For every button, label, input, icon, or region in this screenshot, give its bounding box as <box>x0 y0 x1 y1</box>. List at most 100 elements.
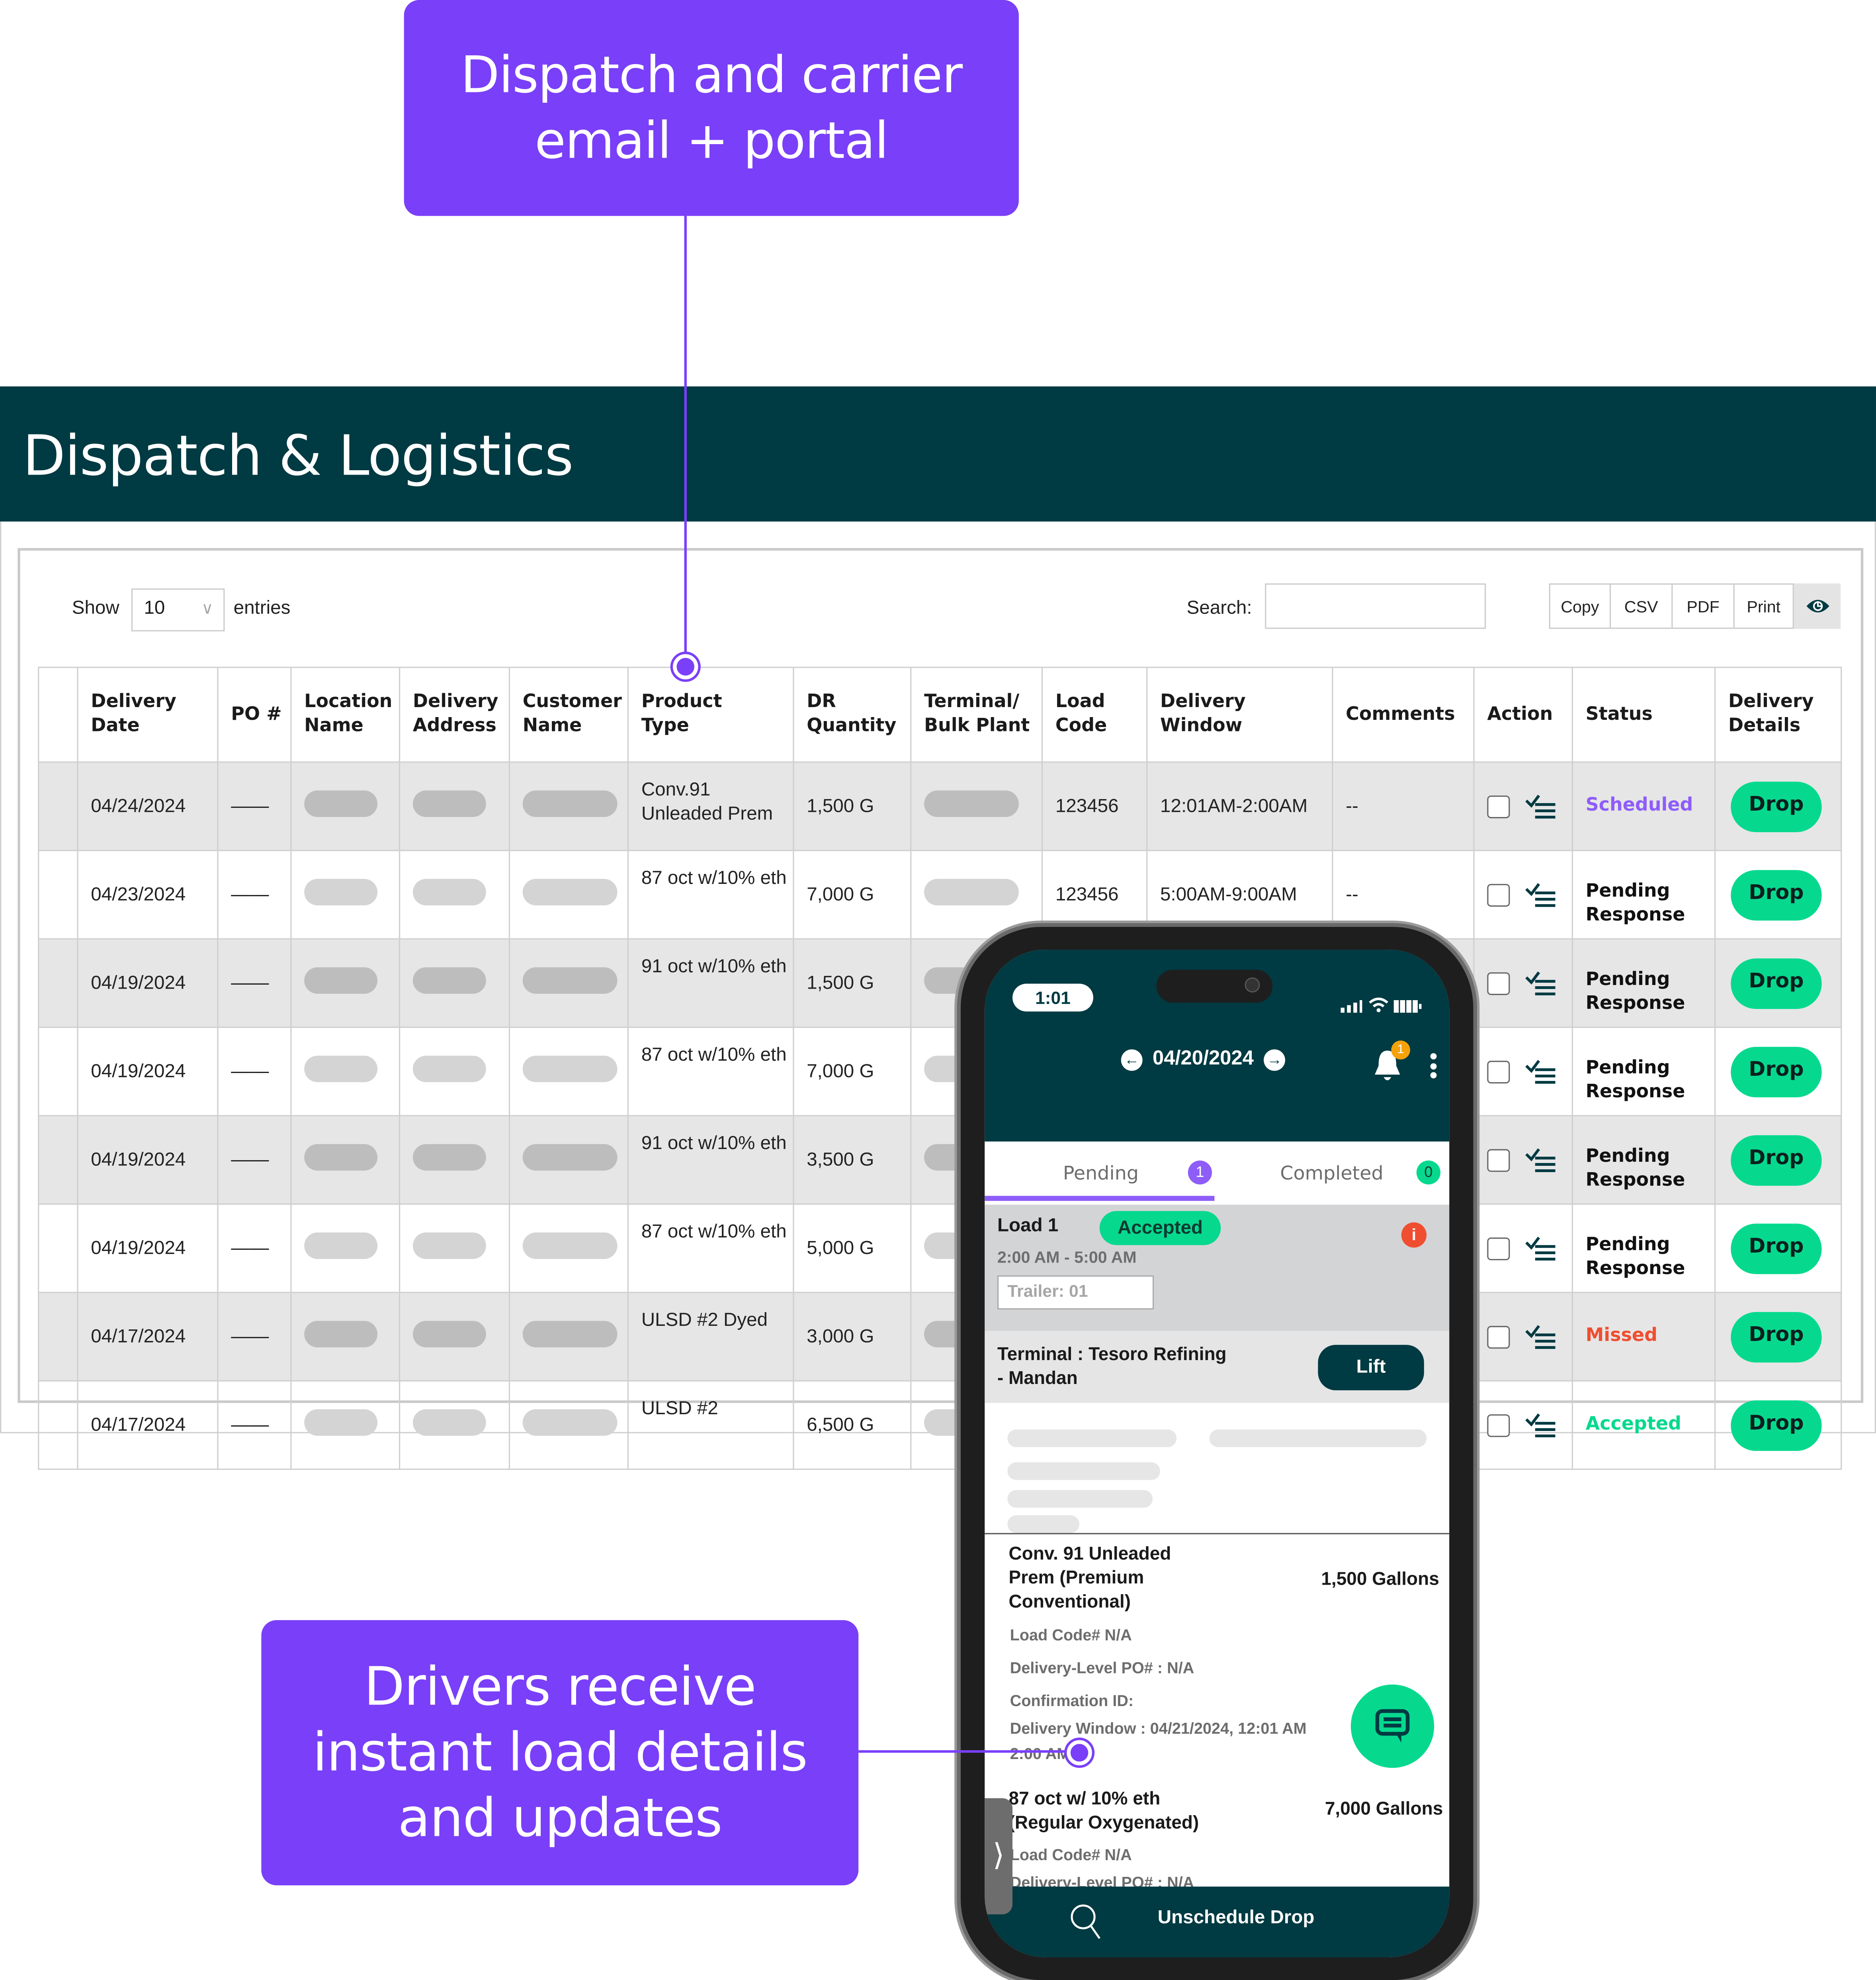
row-checkbox[interactable] <box>1487 883 1510 906</box>
pdf-button[interactable]: PDF <box>1671 583 1733 629</box>
more-options-icon[interactable] <box>1430 1053 1437 1081</box>
location-name-redacted <box>304 1321 378 1348</box>
column-header[interactable]: Status <box>1571 667 1716 763</box>
trailer-input[interactable]: Trailer: 01 <box>997 1275 1154 1310</box>
column-header[interactable]: Action <box>1473 667 1573 763</box>
callout-driver-updates: Drivers receive instant load details and… <box>261 1620 859 1886</box>
dr-quantity-cell: 3,000 G <box>793 1292 912 1382</box>
tab-pending[interactable]: Pending <box>1063 1162 1139 1184</box>
column-header[interactable]: Delivery Details <box>1714 667 1842 763</box>
deliveries-table: Delivery Date PO # Location Name Delivery A… <box>38 667 1842 1470</box>
table-row[interactable]: 04/17/2024 —— ULSD #2 6,500 G Accepted Drop <box>38 1380 1842 1470</box>
row-index-cell-cell <box>38 1026 78 1116</box>
column-header[interactable]: Terminal/ Bulk Plant <box>910 667 1043 763</box>
status-cell: Missed <box>1571 1292 1716 1382</box>
delivery-date-cell: 04/19/2024 <box>77 1115 219 1205</box>
phone-tabs: Pending 1 Completed 0 <box>985 1141 1450 1202</box>
csv-button[interactable]: CSV <box>1609 583 1672 629</box>
column-header[interactable]: DR Quantity <box>793 667 912 763</box>
drop-button[interactable]: Drop <box>1731 1046 1822 1097</box>
checklist-icon[interactable] <box>1525 1324 1557 1349</box>
column-header[interactable]: PO # <box>217 667 292 763</box>
table-row[interactable]: 04/23/2024 —— 87 oct w/10% eth 7,000 G 12345… <box>38 850 1842 940</box>
table-row[interactable]: 04/19/2024 —— 87 oct w/10% eth 7,000 G Pendi… <box>38 1026 1842 1116</box>
row-checkbox[interactable] <box>1487 971 1510 995</box>
drop-button[interactable]: Drop <box>1731 1223 1822 1274</box>
drop-button[interactable]: Drop <box>1731 1311 1822 1362</box>
column-header[interactable]: Customer Name <box>508 667 629 763</box>
drop-button-cell: Drop <box>1714 1203 1842 1293</box>
row-checkbox[interactable] <box>1487 1060 1510 1083</box>
delivery-address-redacted <box>412 1409 486 1436</box>
customer-name-redacted <box>522 1321 618 1348</box>
po-number-cell: —— <box>217 1115 292 1205</box>
current-date: 04/20/2024 <box>1153 1048 1254 1070</box>
product-type-cell: 87 oct w/10% eth <box>627 1026 794 1116</box>
checklist-icon[interactable] <box>1525 1412 1557 1437</box>
row-checkbox[interactable] <box>1487 1325 1510 1348</box>
checklist-icon[interactable] <box>1525 1235 1557 1261</box>
unschedule-drop-button[interactable]: Unschedule Drop <box>1158 1907 1315 1928</box>
row-checkbox[interactable] <box>1487 795 1510 818</box>
search-input[interactable] <box>1265 583 1486 629</box>
column-header[interactable]: Delivery Date <box>77 667 219 763</box>
status-cell: Accepted <box>1571 1380 1716 1470</box>
entries-select[interactable]: 10 ∨ <box>131 588 225 631</box>
chat-button[interactable] <box>1350 1684 1434 1768</box>
location-name-redacted <box>304 1409 378 1436</box>
location-name-cell <box>290 1203 401 1293</box>
column-header[interactable]: Location Name <box>290 667 401 763</box>
table-row[interactable]: 04/19/2024 —— 87 oct w/10% eth 5,000 G Pendi… <box>38 1203 1842 1293</box>
row-checkbox[interactable] <box>1487 1148 1510 1171</box>
row-checkbox[interactable] <box>1487 1413 1510 1437</box>
drop-button[interactable]: Drop <box>1731 781 1822 832</box>
column-visibility-button[interactable] <box>1794 583 1841 629</box>
lift-button[interactable]: Lift <box>1318 1345 1424 1390</box>
search-label: Search: <box>1186 597 1252 619</box>
customer-name-cell <box>508 1115 629 1205</box>
tab-completed[interactable]: Completed <box>1280 1162 1383 1184</box>
location-name-redacted <box>304 790 378 817</box>
previous-date-button[interactable]: ← <box>1121 1049 1143 1070</box>
drop-button[interactable]: Drop <box>1731 869 1822 920</box>
customer-name-redacted <box>522 1055 618 1083</box>
copy-button[interactable]: Copy <box>1549 583 1610 629</box>
checklist-icon[interactable] <box>1525 794 1557 819</box>
customer-name-cell <box>508 761 629 851</box>
search-icon[interactable] <box>1071 1904 1103 1940</box>
chevron-down-icon: ∨ <box>201 598 213 618</box>
column-header[interactable]: Load Code <box>1041 667 1148 763</box>
drop-button[interactable]: Drop <box>1731 958 1822 1009</box>
dr-quantity-cell: 1,500 G <box>793 761 912 851</box>
row-checkbox[interactable] <box>1487 1237 1510 1260</box>
checklist-icon[interactable] <box>1525 882 1557 907</box>
drop-button-cell: Drop <box>1714 850 1842 940</box>
product-quantity: 7,000 Gallons <box>1325 1799 1443 1820</box>
table-row[interactable]: 04/17/2024 —— ULSD #2 Dyed 3,000 G Missed Dro… <box>38 1292 1842 1382</box>
column-header[interactable]: Delivery Address <box>399 667 510 763</box>
table-row[interactable]: 04/24/2024 —— Conv.91 Unleaded Prem 1,500 G… <box>38 761 1842 851</box>
column-header[interactable]: Product Type <box>627 667 794 763</box>
row-index-cell-cell <box>38 761 78 851</box>
delivery-address-redacted <box>412 1321 486 1348</box>
column-header[interactable]: Delivery Window <box>1146 667 1333 763</box>
drop-button[interactable]: Drop <box>1731 1399 1822 1450</box>
row-index-cell-cell <box>38 850 78 940</box>
chat-icon <box>1375 1709 1410 1743</box>
table-row[interactable]: 04/19/2024 —— 91 oct w/10% eth 1,500 G Pendi… <box>38 938 1842 1028</box>
delivery-address-redacted <box>412 1232 486 1259</box>
drop-button[interactable]: Drop <box>1731 1134 1822 1185</box>
load-card[interactable]: Load 1 Accepted i 2:00 AM - 5:00 AM Trai… <box>985 1204 1450 1331</box>
product-type-cell: 91 oct w/10% eth <box>627 1115 794 1205</box>
status-cell: Pending Response <box>1571 1115 1716 1205</box>
delivery-address-cell <box>399 1026 510 1116</box>
table-row[interactable]: 04/19/2024 —— 91 oct w/10% eth 3,500 G Pendi… <box>38 1115 1842 1205</box>
checklist-icon[interactable] <box>1525 1059 1557 1084</box>
side-drawer-handle[interactable]: ⟩ <box>985 1798 1013 1915</box>
checklist-icon[interactable] <box>1525 970 1557 995</box>
info-icon[interactable]: i <box>1401 1222 1427 1248</box>
checklist-icon[interactable] <box>1525 1147 1557 1172</box>
column-header[interactable]: Comments <box>1332 667 1475 763</box>
print-button[interactable]: Print <box>1733 583 1794 629</box>
next-date-button[interactable]: → <box>1264 1049 1286 1070</box>
